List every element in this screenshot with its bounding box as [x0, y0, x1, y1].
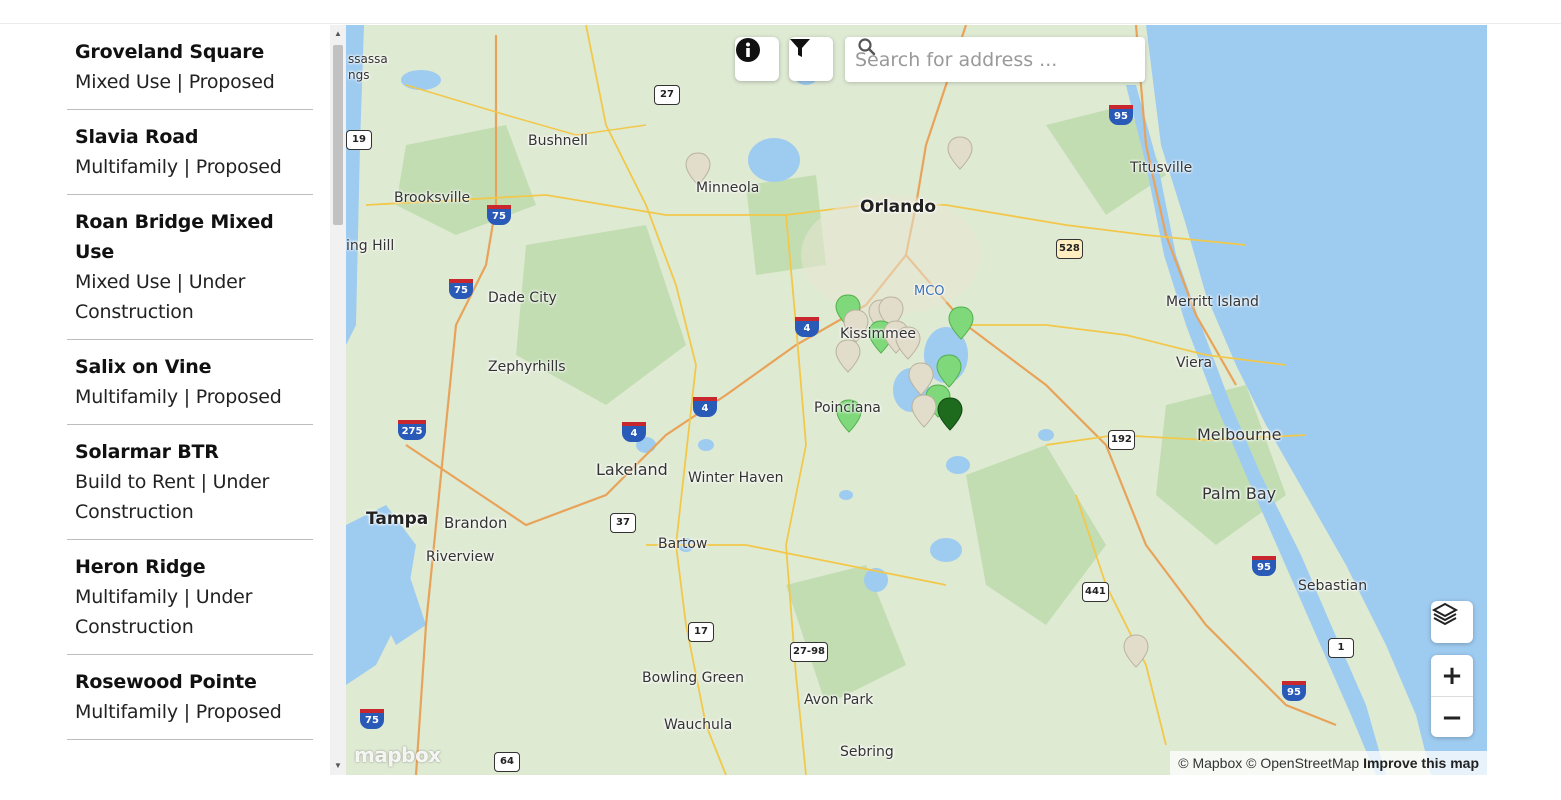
- filter-button[interactable]: [789, 37, 833, 81]
- project-name: Roan Bridge Mixed Use: [75, 211, 274, 263]
- highway-shield: 64: [494, 752, 520, 772]
- info-icon: [736, 38, 760, 62]
- city-label: Bartow: [658, 536, 708, 552]
- city-label: Lakeland: [596, 460, 668, 479]
- city-label: Minneola: [696, 180, 760, 196]
- project-name: Solarmar BTR: [75, 441, 219, 463]
- highway-shield: 95: [1109, 105, 1133, 125]
- city-label: Viera: [1176, 355, 1213, 371]
- airport-label: MCO: [914, 284, 945, 299]
- list-item[interactable]: Salix on Vine Multifamily | Proposed: [67, 340, 313, 425]
- highway-shield: 17: [688, 622, 714, 642]
- project-name: Rosewood Pointe: [75, 671, 257, 693]
- highway-shield: 95: [1282, 681, 1306, 701]
- city-label: Poinciana: [814, 400, 881, 416]
- highway-shield: 37: [610, 513, 636, 533]
- highway-shield: 75: [360, 709, 384, 729]
- city-label: Sebring: [840, 744, 894, 760]
- info-button[interactable]: [735, 37, 779, 81]
- project-meta: Multifamily | Proposed: [75, 156, 282, 178]
- map-view[interactable]: Orlando Tampa Lakeland Titusville Minneo…: [346, 25, 1487, 775]
- zoom-controls: + −: [1431, 655, 1473, 737]
- city-label: Winter Haven: [688, 470, 784, 486]
- highway-shield: 4: [693, 397, 717, 417]
- project-list-panel: Groveland Square Mixed Use | Proposed Sl…: [0, 25, 346, 775]
- project-meta: Build to Rent | Under Construction: [75, 471, 270, 523]
- highway-shield: 1: [1328, 638, 1354, 658]
- search-input[interactable]: [855, 48, 1095, 71]
- scroll-down-icon[interactable]: ▼: [330, 759, 346, 773]
- list-item[interactable]: Slavia Road Multifamily | Proposed: [67, 110, 313, 195]
- city-label: Avon Park: [804, 692, 874, 708]
- highway-shield: 4: [622, 422, 646, 442]
- highway-shield: 27-98: [790, 642, 828, 662]
- city-label: Orlando: [860, 197, 937, 217]
- project-name: Groveland Square: [75, 41, 265, 63]
- zoom-in-button[interactable]: +: [1431, 655, 1473, 696]
- city-label: Sebastian: [1298, 578, 1368, 594]
- city-label: Merritt Island: [1166, 294, 1259, 310]
- filter-icon: [790, 39, 810, 57]
- city-label: Melbourne: [1197, 425, 1282, 444]
- city-label: Wauchula: [664, 717, 733, 733]
- highway-shield: 19: [346, 130, 372, 150]
- city-label: Bushnell: [528, 133, 588, 149]
- city-label: Riverview: [426, 549, 495, 565]
- highway-shield: 75: [487, 205, 511, 225]
- attribution-text[interactable]: © Mapbox © OpenStreetMap: [1178, 755, 1359, 771]
- scroll-thumb[interactable]: [333, 45, 343, 225]
- city-label: Kissimmee: [840, 326, 917, 342]
- project-meta: Mixed Use | Under Construction: [75, 271, 246, 323]
- highway-shield: 192: [1108, 430, 1135, 450]
- highway-shield: 528: [1056, 239, 1083, 259]
- project-meta: Multifamily | Proposed: [75, 701, 282, 723]
- highway-shield: 27: [654, 85, 680, 105]
- search-icon: [858, 38, 876, 56]
- map-attribution: © Mapbox © OpenStreetMap Improve this ma…: [1170, 751, 1487, 775]
- project-name: Salix on Vine: [75, 356, 212, 378]
- project-meta: Multifamily | Proposed: [75, 386, 282, 408]
- city-label: Brooksville: [394, 190, 471, 206]
- map-canvas: [346, 25, 1487, 775]
- scroll-up-icon[interactable]: ▲: [330, 27, 346, 41]
- layers-icon: [1431, 602, 1459, 626]
- list-item[interactable]: Rosewood Pointe Multifamily | Proposed: [67, 655, 313, 740]
- list-item[interactable]: Solarmar BTR Build to Rent | Under Const…: [67, 425, 313, 540]
- city-label: Zephyrhills: [488, 359, 566, 375]
- project-list: Groveland Square Mixed Use | Proposed Sl…: [67, 25, 313, 740]
- list-item[interactable]: Roan Bridge Mixed Use Mixed Use | Under …: [67, 195, 313, 340]
- mapbox-logo[interactable]: mapbox: [354, 743, 441, 767]
- city-label: Tampa: [366, 509, 429, 529]
- project-name: Heron Ridge: [75, 556, 206, 578]
- top-bar: [0, 0, 1561, 24]
- list-scrollbar[interactable]: ▲ ▼: [330, 25, 346, 775]
- project-meta: Mixed Use | Proposed: [75, 71, 275, 93]
- project-meta: Multifamily | Under Construction: [75, 586, 253, 638]
- city-label: Dade City: [488, 290, 557, 306]
- city-label: Brandon: [444, 514, 508, 532]
- list-item[interactable]: Heron Ridge Multifamily | Under Construc…: [67, 540, 313, 655]
- highway-shield: 95: [1252, 556, 1276, 576]
- zoom-out-button[interactable]: −: [1431, 697, 1473, 738]
- city-label: Bowling Green: [642, 670, 745, 686]
- highway-shield: 441: [1082, 582, 1109, 602]
- highway-shield: 4: [795, 317, 819, 337]
- city-label: ssassa: [348, 52, 388, 66]
- highway-shield: 75: [449, 279, 473, 299]
- city-label: Palm Bay: [1202, 484, 1277, 503]
- improve-map-link[interactable]: Improve this map: [1363, 755, 1479, 771]
- city-label: ing Hill: [346, 238, 395, 254]
- city-label: ngs: [348, 68, 370, 82]
- project-name: Slavia Road: [75, 126, 199, 148]
- search-box[interactable]: [845, 37, 1145, 82]
- list-item[interactable]: Groveland Square Mixed Use | Proposed: [67, 25, 313, 110]
- layers-button[interactable]: [1431, 601, 1473, 643]
- highway-shield: 275: [398, 420, 426, 440]
- city-label: Titusville: [1130, 160, 1193, 176]
